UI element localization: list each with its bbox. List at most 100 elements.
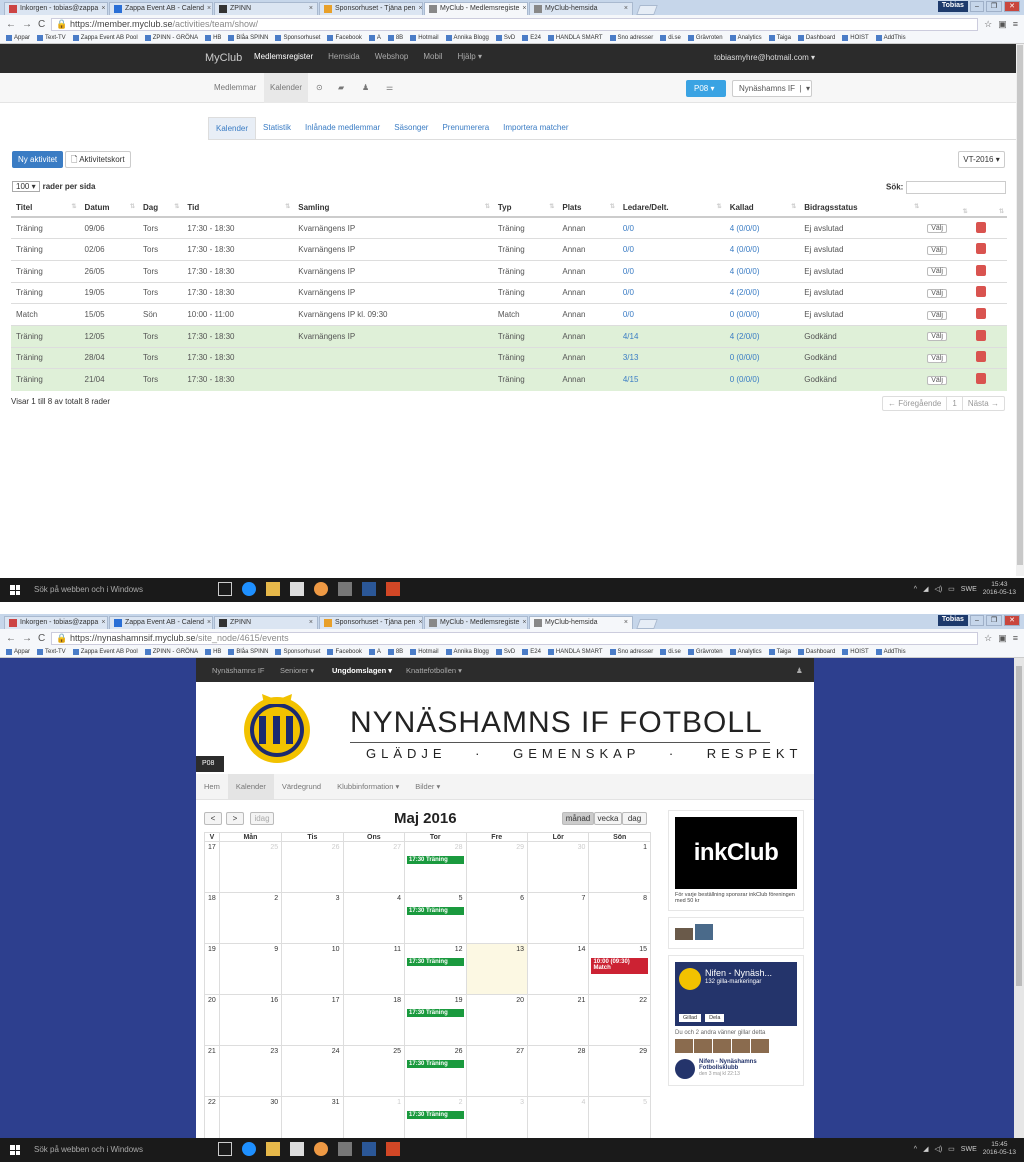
myclub-brand[interactable]: MyClub bbox=[205, 52, 242, 64]
view-month-button[interactable]: månad bbox=[562, 812, 594, 825]
column-header[interactable]: Typ bbox=[492, 199, 558, 218]
calendar-event-training[interactable]: 17:30 Träning bbox=[407, 856, 464, 864]
close-window-button[interactable]: ✕ bbox=[1004, 1, 1020, 12]
cell-ledare[interactable]: 3/13 bbox=[617, 346, 725, 369]
calendar-day[interactable]: 3 bbox=[281, 892, 344, 944]
calendar-day[interactable]: 20 bbox=[465, 994, 528, 1046]
column-header[interactable]: Kallad bbox=[724, 199, 800, 218]
bookmark-item[interactable]: HANDLA SMART bbox=[547, 33, 603, 43]
bookmark-item[interactable]: Annika Blogg bbox=[445, 647, 489, 657]
bookmark-item[interactable]: Blåa SPINN bbox=[228, 647, 268, 657]
bookmark-item[interactable]: Sponsorhuset bbox=[275, 647, 320, 657]
column-header[interactable]: Plats bbox=[557, 199, 618, 218]
store-icon[interactable] bbox=[290, 582, 304, 596]
browser-tab[interactable]: Inkorgen - tobias@zappa × bbox=[4, 2, 108, 15]
cell-ledare[interactable]: 0/0 bbox=[617, 259, 725, 283]
restore-button[interactable]: ❐ bbox=[985, 615, 1003, 626]
calendar-day[interactable]: 27 bbox=[342, 841, 406, 893]
bookmark-item[interactable]: AddThis bbox=[875, 647, 906, 657]
column-header[interactable]: Bidragsstatus bbox=[799, 199, 923, 218]
bookmark-item[interactable]: HANDLA SMART bbox=[547, 647, 603, 657]
browser-tab[interactable]: Zappa Event AB - Calend × bbox=[109, 616, 213, 629]
folder-icon[interactable]: ▰ bbox=[332, 73, 350, 103]
close-icon[interactable]: × bbox=[309, 617, 313, 629]
bookmark-item[interactable]: Grävroten bbox=[687, 647, 723, 657]
menu-icon[interactable]: ≡ bbox=[1013, 633, 1018, 644]
calendar-day[interactable]: 28 bbox=[526, 1045, 590, 1097]
select-button[interactable]: Välj bbox=[927, 375, 947, 385]
volume-icon[interactable]: ◁) bbox=[934, 1145, 942, 1153]
cell-ledare[interactable]: 4/15 bbox=[617, 368, 725, 391]
bookmark-item[interactable]: 8B bbox=[387, 647, 403, 657]
bookmark-item[interactable]: Annika Blogg bbox=[445, 33, 489, 43]
reload-icon[interactable]: C bbox=[38, 633, 45, 644]
bookmark-item[interactable]: 8B bbox=[387, 33, 403, 43]
back-icon[interactable]: ← bbox=[6, 633, 16, 644]
select-button[interactable]: Välj bbox=[927, 288, 947, 298]
url-field[interactable]: 🔒 https://member.myclub.se/activities/te… bbox=[51, 17, 979, 31]
calendar-day[interactable]: 17 bbox=[281, 994, 344, 1046]
profile-badge[interactable]: Tobias bbox=[937, 1, 968, 12]
new-tab-button[interactable] bbox=[636, 5, 658, 15]
chrome-icon[interactable] bbox=[314, 1142, 328, 1156]
powerpoint-icon[interactable] bbox=[386, 1142, 400, 1156]
inkclub-logo[interactable]: inkClub bbox=[675, 817, 797, 889]
close-window-button[interactable]: ✕ bbox=[1004, 615, 1020, 626]
scrollbar-thumb[interactable] bbox=[1017, 45, 1023, 565]
prev-page-button[interactable]: ← Föregående bbox=[883, 397, 948, 410]
close-icon[interactable]: × bbox=[418, 617, 422, 629]
chrome-icon[interactable] bbox=[314, 582, 328, 596]
close-icon[interactable]: × bbox=[522, 617, 526, 629]
bookmark-item[interactable]: ZPINN - GRÖNA bbox=[144, 647, 198, 657]
minimize-button[interactable]: – bbox=[969, 1, 984, 12]
calendar-today-button[interactable]: idag bbox=[250, 812, 274, 825]
browser-tab[interactable]: Inkorgen - tobias@zappa × bbox=[4, 616, 108, 629]
bookmark-item[interactable]: Hotmail bbox=[410, 33, 439, 43]
minimize-button[interactable]: – bbox=[969, 615, 984, 626]
reload-icon[interactable]: C bbox=[38, 19, 45, 30]
bookmark-item[interactable]: SvD bbox=[495, 647, 515, 657]
bookmark-item[interactable]: Text-TV bbox=[37, 33, 66, 43]
bookmark-item[interactable]: HB bbox=[205, 33, 221, 43]
network-icon[interactable]: ◢ bbox=[923, 585, 928, 593]
bookmark-item[interactable]: SvD bbox=[495, 33, 515, 43]
bookmark-item[interactable]: Appar bbox=[6, 33, 30, 43]
page-scrollbar[interactable] bbox=[1014, 658, 1024, 1138]
file-explorer-icon[interactable] bbox=[266, 582, 280, 596]
calendar-next-button[interactable]: > bbox=[226, 812, 244, 825]
partner-logo[interactable] bbox=[695, 924, 714, 940]
taskbar-clock[interactable]: 15:43 2016-05-13 bbox=[983, 581, 1016, 597]
cell-kallad[interactable]: 4 (2/0/0) bbox=[724, 281, 800, 304]
profile-badge[interactable]: Tobias bbox=[937, 615, 968, 626]
tray-up-icon[interactable]: ^ bbox=[914, 586, 917, 593]
calendar-day[interactable]: 7 bbox=[526, 892, 590, 944]
cell-kallad[interactable]: 4 (2/0/0) bbox=[724, 324, 800, 348]
cell-ledare[interactable]: 0/0 bbox=[617, 238, 725, 261]
calendar-day[interactable]: 27 bbox=[465, 1045, 528, 1097]
tab-importera[interactable]: Importera matcher bbox=[496, 117, 575, 139]
table-row[interactable]: Träning 26/05 Tors 17:30 - 18:30 Kvarnängens… bbox=[11, 259, 1007, 283]
calendar-day[interactable]: 13 bbox=[465, 943, 528, 995]
bookmark-item[interactable]: Taiga bbox=[768, 647, 791, 657]
edge-icon[interactable] bbox=[242, 1142, 256, 1156]
calendar-day[interactable]: 14 bbox=[526, 943, 590, 995]
bookmark-item[interactable]: HOIST bbox=[842, 647, 869, 657]
bookmark-item[interactable]: Grävroten bbox=[687, 33, 723, 43]
select-button[interactable]: Välj bbox=[927, 310, 947, 320]
season-dropdown[interactable]: VT-2016 ▾ bbox=[958, 151, 1005, 168]
calendar-day[interactable]: 1 bbox=[588, 841, 651, 893]
word-icon[interactable] bbox=[362, 582, 376, 596]
select-button[interactable]: Välj bbox=[927, 224, 947, 234]
calendar-event-training[interactable]: 17:30 Träning bbox=[407, 1111, 464, 1119]
task-view-icon[interactable] bbox=[218, 582, 232, 596]
close-icon[interactable]: × bbox=[624, 3, 628, 15]
menu-hem[interactable]: Hem bbox=[196, 774, 228, 799]
calendar-day[interactable]: 8 bbox=[588, 892, 651, 944]
column-header[interactable] bbox=[970, 199, 1007, 218]
activity-card-button[interactable]: 🗋 Aktivitetskort bbox=[65, 151, 131, 168]
task-view-icon[interactable] bbox=[218, 1142, 232, 1156]
bookmark-item[interactable]: A bbox=[368, 33, 381, 43]
close-icon[interactable]: × bbox=[101, 617, 105, 629]
club-selector[interactable]: Nynäshamns IF | ▾ bbox=[732, 80, 812, 97]
calendar-event-training[interactable]: 17:30 Träning bbox=[407, 907, 464, 915]
